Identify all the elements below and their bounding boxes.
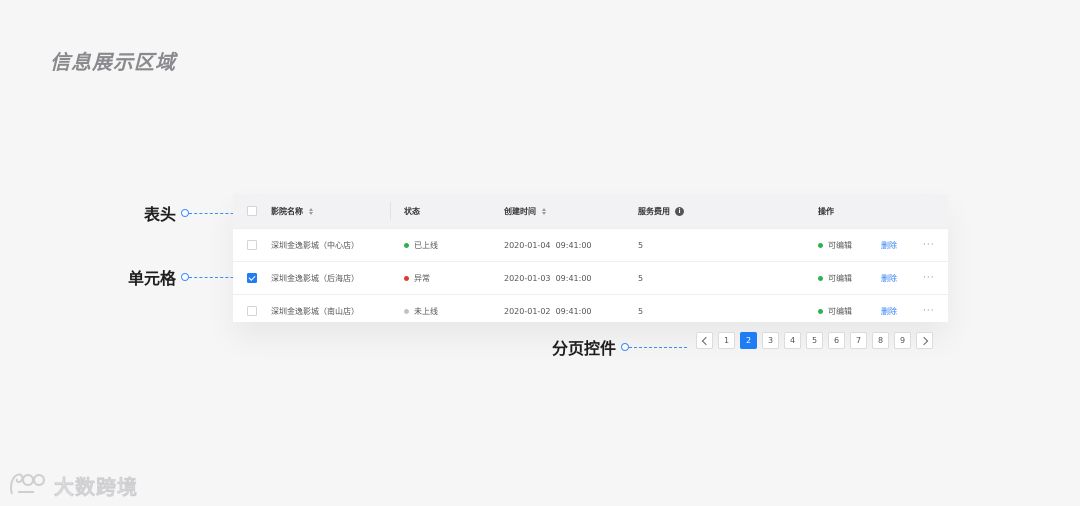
info-icon[interactable]: i (675, 206, 684, 216)
row-checkbox[interactable] (247, 240, 257, 250)
annotation-header-label: 表头 (144, 205, 177, 224)
data-table: 影院名称 状态 创建时间 服务费用 i 操作 深圳金逸影城（中心店） 已上线 2… (233, 194, 948, 322)
column-header-actions: 操作 (818, 206, 948, 217)
delete-link[interactable]: 删除 (881, 306, 923, 317)
status-cell: 已上线 (414, 240, 438, 250)
page-button[interactable]: 4 (784, 332, 801, 349)
edit-state: 可编辑 (818, 306, 881, 317)
status-cell: 未上线 (414, 306, 438, 316)
page-button[interactable]: 2 (740, 332, 757, 349)
page-button[interactable]: 5 (806, 332, 823, 349)
status-dot-icon (404, 308, 409, 314)
more-actions-icon[interactable]: ··· (923, 240, 935, 250)
page-button[interactable]: 1 (718, 332, 735, 349)
edit-state-label: 可编辑 (828, 240, 852, 250)
watermark-logo (10, 473, 45, 495)
table-row[interactable]: 深圳金逸影城（中心店） 已上线 2020-01-04 09:41:00 5 可编… (233, 228, 948, 261)
annotation-dot (181, 273, 190, 281)
cinema-name-cell: 深圳金逸影城（南山店） (271, 306, 359, 316)
page-button[interactable]: 3 (762, 332, 779, 349)
more-actions-icon[interactable]: ··· (923, 273, 935, 283)
table-row[interactable]: 深圳金逸影城（南山店） 未上线 2020-01-02 09:41:00 5 可编… (233, 294, 948, 327)
page-button[interactable]: 6 (828, 332, 845, 349)
cinema-name-cell: 深圳金逸影城（中心店） (271, 240, 359, 250)
annotation-cell-label: 单元格 (128, 269, 177, 288)
delete-link[interactable]: 删除 (881, 273, 923, 284)
created-time-cell: 2020-01-02 09:41:00 (504, 306, 592, 316)
pagination: 123456789 (696, 332, 933, 349)
sort-icon[interactable] (309, 207, 313, 215)
status-dot-icon (404, 242, 409, 248)
edit-state: 可编辑 (818, 273, 881, 284)
annotation-line (629, 346, 688, 348)
service-fee-cell: 5 (638, 273, 644, 283)
cinema-name-cell: 深圳金逸影城（后海店） (271, 273, 359, 283)
edit-state-label: 可编辑 (828, 273, 852, 283)
edit-state-dot-icon (818, 275, 823, 281)
sort-icon[interactable] (542, 207, 546, 215)
watermark: 大数跨境 (8, 470, 138, 500)
more-actions-icon[interactable]: ··· (923, 306, 935, 316)
annotation-dot (621, 343, 630, 351)
column-header-created-time-label: 创建时间 (504, 206, 536, 216)
column-header-status: 状态 (390, 206, 504, 217)
page-button[interactable]: 9 (894, 332, 911, 349)
table-row[interactable]: 深圳金逸影城（后海店） 异常 2020-01-03 09:41:00 5 可编辑… (233, 261, 948, 294)
column-header-name[interactable]: 影院名称 (271, 206, 390, 217)
row-checkbox[interactable] (247, 273, 257, 283)
annotation-cell: 单元格 (128, 265, 245, 289)
page-title: 信息展示区域 (50, 50, 176, 74)
column-header-name-label: 影院名称 (271, 206, 303, 216)
select-all-checkbox[interactable] (247, 206, 257, 216)
annotation-header: 表头 (144, 201, 245, 225)
service-fee-cell: 5 (638, 240, 644, 250)
edit-state-dot-icon (818, 308, 823, 314)
column-header-status-label: 状态 (404, 206, 420, 216)
status-cell: 异常 (414, 273, 430, 283)
service-fee-cell: 5 (638, 306, 644, 316)
watermark-text: 大数跨境 (54, 474, 138, 499)
created-time-cell: 2020-01-04 09:41:00 (504, 240, 592, 250)
status-dot-icon (404, 275, 409, 281)
page-button[interactable]: 7 (850, 332, 867, 349)
column-header-created-time[interactable]: 创建时间 (504, 206, 638, 217)
page-button[interactable]: 8 (872, 332, 889, 349)
chevron-left-icon (701, 336, 710, 345)
row-checkbox[interactable] (247, 306, 257, 316)
edit-state-label: 可编辑 (828, 306, 852, 316)
column-header-service-fee: 服务费用 i (638, 206, 818, 217)
column-header-actions-label: 操作 (818, 206, 834, 216)
annotation-dot (181, 209, 190, 217)
table-header: 影院名称 状态 创建时间 服务费用 i 操作 (233, 194, 948, 228)
annotation-pagination: 分页控件 (552, 335, 688, 359)
column-divider (390, 202, 391, 220)
chevron-right-icon (919, 336, 928, 345)
edit-state: 可编辑 (818, 240, 881, 251)
created-time-cell: 2020-01-03 09:41:00 (504, 273, 592, 283)
column-header-service-fee-label: 服务费用 (638, 206, 670, 216)
edit-state-dot-icon (818, 242, 823, 248)
annotation-pagination-label: 分页控件 (552, 339, 617, 358)
next-page-button[interactable] (916, 332, 933, 349)
prev-page-button[interactable] (696, 332, 713, 349)
delete-link[interactable]: 删除 (881, 240, 923, 251)
